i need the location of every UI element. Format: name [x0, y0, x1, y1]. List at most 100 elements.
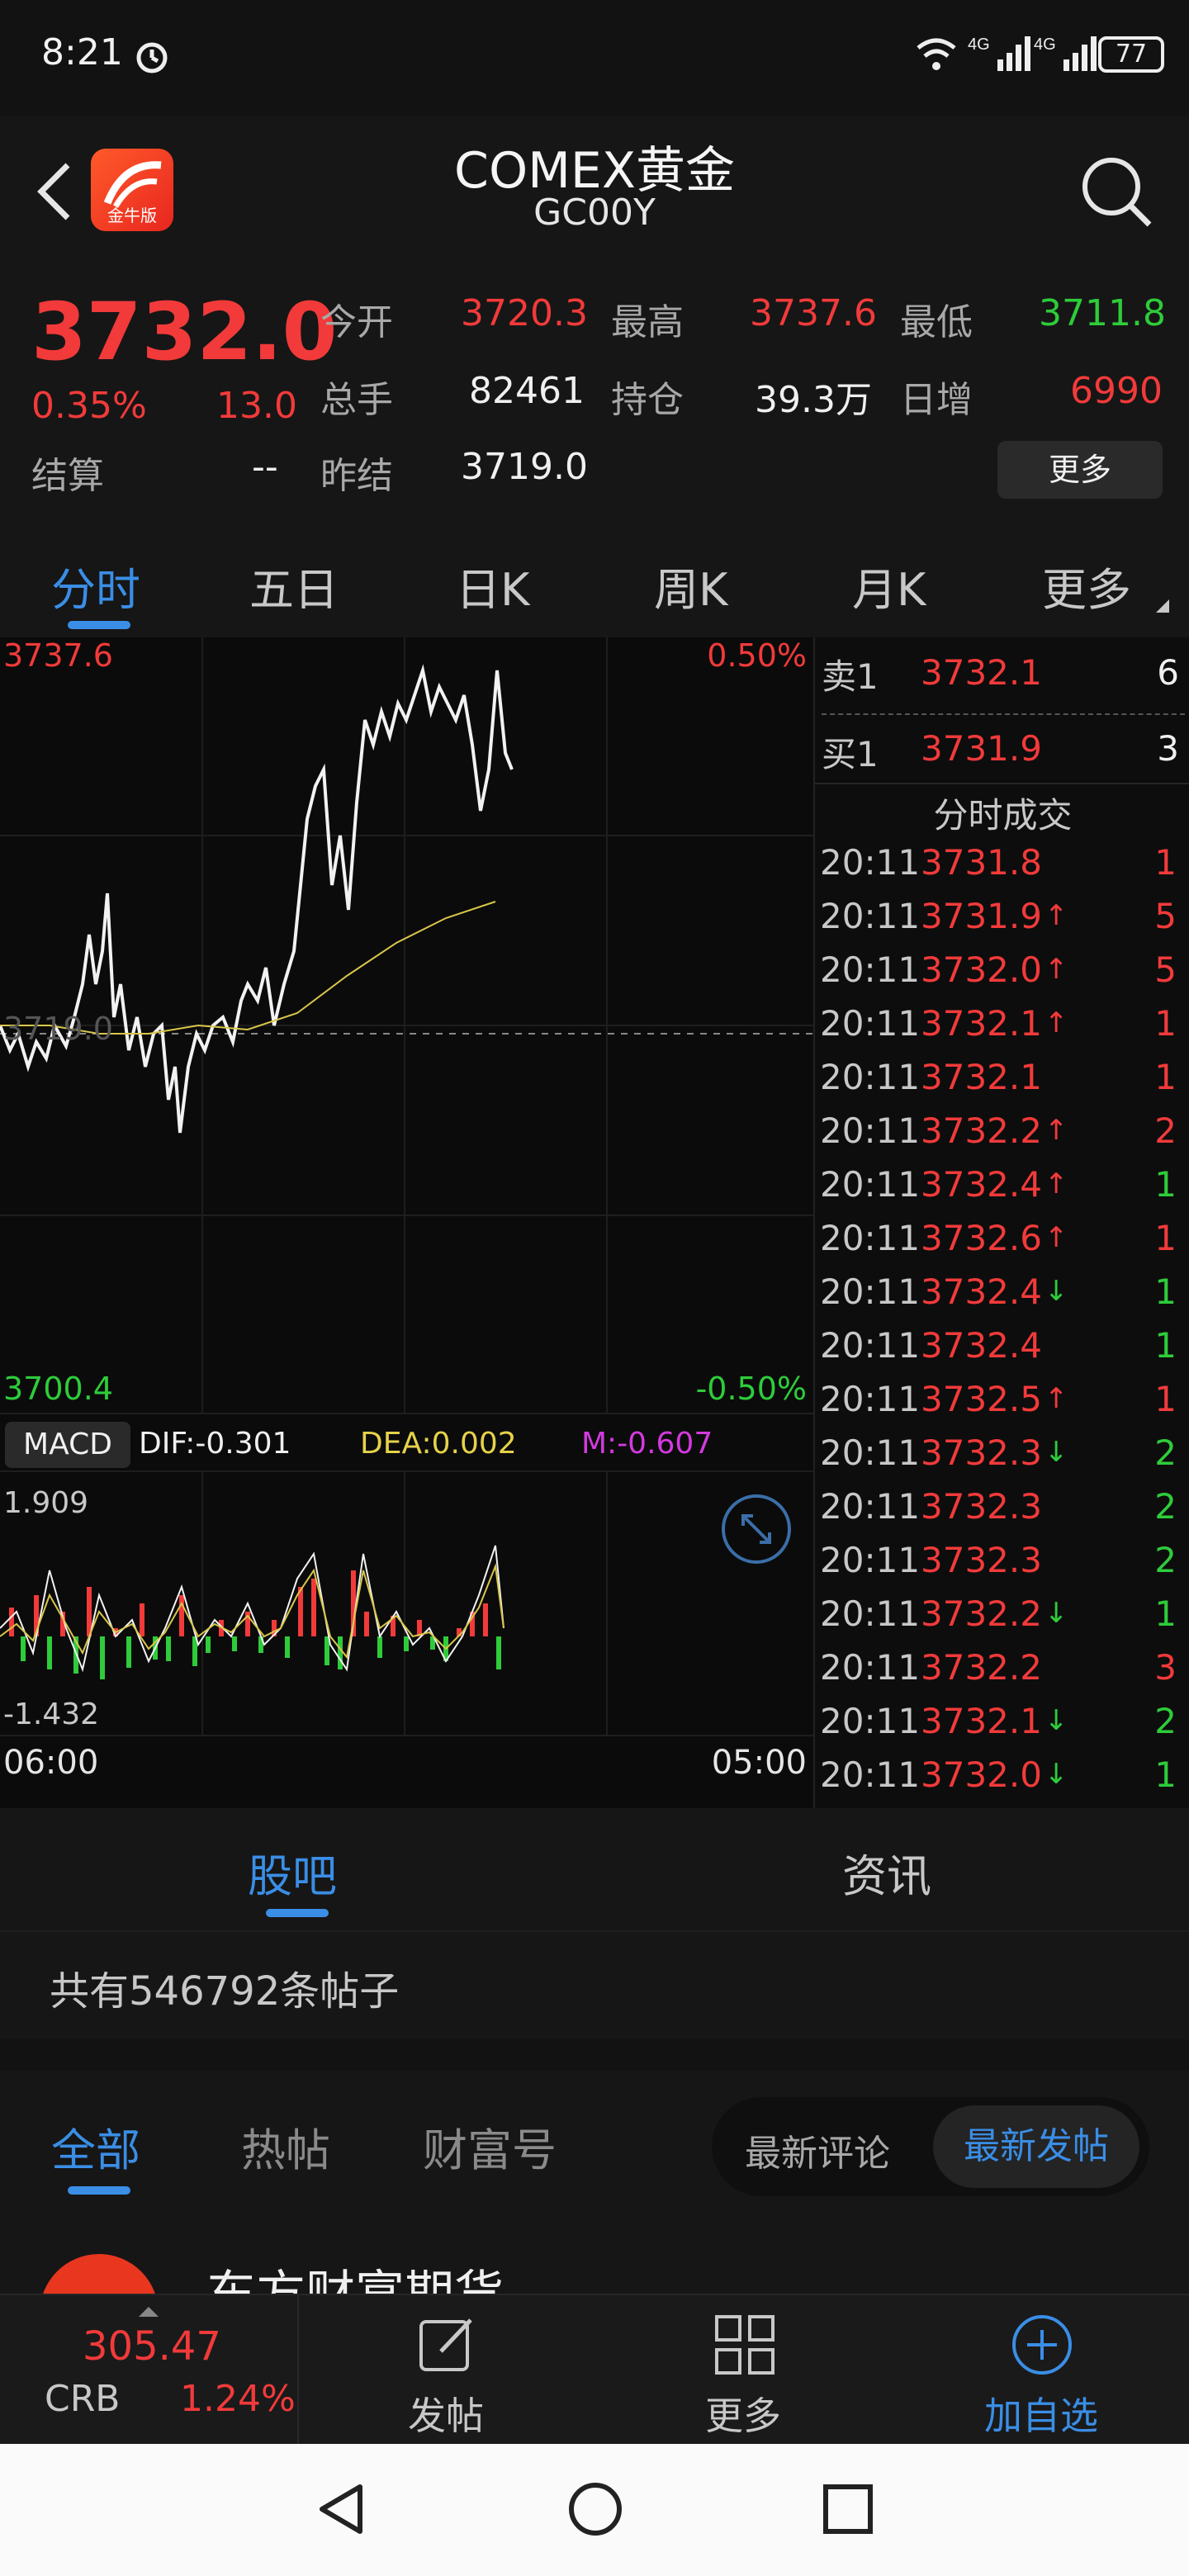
- trade-price: 3731.9: [921, 896, 1042, 936]
- tab-guba[interactable]: 股吧: [248, 1840, 337, 1905]
- time-axis-end: 05:00: [711, 1744, 807, 1782]
- macd-indicator-button[interactable]: MACD: [5, 1422, 130, 1468]
- trade-qty: 2: [1154, 1486, 1177, 1527]
- community-tabs: 股吧 资讯: [0, 1808, 1189, 1930]
- search-icon[interactable]: [1077, 152, 1156, 231]
- sort-latest-comment[interactable]: 最新评论: [745, 2124, 890, 2176]
- open-value: 3720.3: [461, 292, 588, 334]
- down-arrow-icon: ↓: [1045, 1597, 1068, 1630]
- buy1-price: 3731.9: [921, 728, 1042, 769]
- nav-home-icon[interactable]: [566, 2480, 624, 2538]
- feed-author[interactable]: 东方财富期货: [206, 2254, 504, 2294]
- chart-bottom-percent: -0.50%: [695, 1371, 807, 1407]
- post-button[interactable]: 发帖: [408, 2386, 484, 2441]
- index-name[interactable]: CRB: [45, 2378, 120, 2420]
- daily-add-label: 日增: [900, 379, 973, 421]
- sell1-price: 3732.1: [921, 652, 1042, 693]
- trade-price: 3732.3: [921, 1540, 1042, 1580]
- post-filter-bar: 全部 热帖 财富号 最新评论 最新发帖: [0, 2071, 1189, 2203]
- tab-monthly-k[interactable]: 月K: [852, 553, 926, 618]
- trade-price: 3732.6: [921, 1218, 1042, 1258]
- tab-news[interactable]: 资讯: [842, 1840, 931, 1905]
- sell1-label: 卖1: [822, 656, 879, 697]
- settle-label: 结算: [31, 455, 104, 497]
- macd-dea: DEA:0.002: [360, 1427, 517, 1461]
- trade-time: 20:11: [820, 1164, 921, 1205]
- up-arrow-icon: ↑: [1045, 953, 1068, 986]
- expand-icon[interactable]: [720, 1493, 793, 1565]
- trade-qty: 1: [1154, 1057, 1177, 1097]
- more-nav-button[interactable]: 更多: [705, 2386, 781, 2441]
- filter-wealth[interactable]: 财富号: [423, 2114, 557, 2179]
- chart-top-percent: 0.50%: [707, 637, 807, 674]
- volume-label: 总手: [320, 379, 393, 421]
- trade-qty: 1: [1154, 1164, 1177, 1205]
- tab-intraday[interactable]: 分时: [51, 553, 140, 618]
- chart-mid-price: 3719.0: [3, 1011, 113, 1047]
- compose-icon[interactable]: [416, 2313, 479, 2376]
- community-tab-indicator: [266, 1909, 329, 1917]
- svg-text:4G: 4G: [1034, 36, 1056, 54]
- alarm-icon: [132, 36, 172, 76]
- trade-time: 20:11: [820, 842, 921, 883]
- change-percent: 0.35%: [31, 385, 147, 427]
- trade-qty: 1: [1154, 1218, 1177, 1258]
- down-arrow-icon: ↓: [1045, 1436, 1068, 1469]
- index-percent[interactable]: 1.24%: [180, 2378, 296, 2420]
- sort-toggle: 最新评论 最新发帖: [712, 2097, 1149, 2196]
- trade-price: 3732.2: [921, 1110, 1042, 1151]
- trade-row: 20:11 3732.4 ↓ 1: [820, 1271, 1183, 1325]
- trade-time: 20:11: [820, 1057, 921, 1097]
- intraday-chart[interactable]: 3737.6 0.50% 3719.0 3700.4 -0.50% MACD D…: [0, 637, 813, 1808]
- trade-qty: 1: [1154, 1271, 1177, 1312]
- macd-max: 1.909: [3, 1486, 89, 1520]
- trade-qty: 1: [1154, 1754, 1177, 1795]
- tab-more[interactable]: 更多: [1042, 553, 1131, 618]
- trade-time: 20:11: [820, 1271, 921, 1312]
- filter-all[interactable]: 全部: [51, 2114, 140, 2179]
- trade-time: 20:11: [820, 1754, 921, 1795]
- index-value[interactable]: 305.47: [83, 2323, 221, 2370]
- low-label: 最低: [900, 301, 973, 343]
- last-price: 3732.0: [31, 286, 338, 378]
- add-watchlist-button[interactable]: 加自选: [984, 2386, 1098, 2441]
- tab-weekly-k[interactable]: 周K: [654, 553, 727, 618]
- trade-row: 20:11 3732.2 ↓ 1: [820, 1593, 1183, 1647]
- trade-time: 20:11: [820, 949, 921, 990]
- trade-row: 20:11 3732.4 1: [820, 1325, 1183, 1379]
- grid-icon[interactable]: [713, 2313, 776, 2376]
- battery-indicator: 77: [1098, 36, 1164, 73]
- buy1-qty: 3: [1157, 728, 1179, 769]
- order-book: 卖1 3732.1 6 买1 3731.9 3 分时成交 20:11 3731.8…: [813, 637, 1189, 1808]
- avatar[interactable]: [40, 2254, 159, 2294]
- tab-five-day[interactable]: 五日: [249, 553, 339, 618]
- chart-top-price: 3737.6: [3, 637, 113, 674]
- trade-qty: 1: [1154, 842, 1177, 883]
- trade-time: 20:11: [820, 1540, 921, 1580]
- trade-qty: 2: [1154, 1110, 1177, 1151]
- toolbar-divider: [297, 2295, 299, 2446]
- trade-price: 3732.2: [921, 1593, 1042, 1634]
- volume-value: 82461: [469, 370, 585, 412]
- status-bar: 8:21 4G 4G 77: [0, 0, 1189, 116]
- trade-qty: 1: [1154, 1379, 1177, 1419]
- sort-latest-post[interactable]: 最新发帖: [933, 2105, 1139, 2188]
- trade-qty: 2: [1154, 1701, 1177, 1741]
- up-arrow-icon: ↑: [1045, 899, 1068, 932]
- app-header: 金牛版 COMEX黄金 GC00Y: [0, 116, 1189, 264]
- nav-recent-icon[interactable]: [821, 2482, 875, 2536]
- down-arrow-icon: ↓: [1045, 1758, 1068, 1791]
- up-arrow-icon: ↑: [1045, 1006, 1068, 1039]
- active-tab-indicator: [68, 621, 130, 629]
- nav-back-icon[interactable]: [314, 2480, 372, 2538]
- expand-up-icon[interactable]: [139, 2307, 159, 2317]
- trade-time: 20:11: [820, 1647, 921, 1688]
- post-count-bar: 共有546792条帖子: [0, 1930, 1189, 2039]
- post-count: 共有546792条帖子: [50, 1968, 400, 2015]
- trade-time: 20:11: [820, 1593, 921, 1634]
- tab-daily-k[interactable]: 日K: [456, 553, 529, 618]
- trade-row: 20:11 3732.5 ↑ 1: [820, 1379, 1183, 1432]
- filter-hot[interactable]: 热帖: [241, 2114, 330, 2179]
- more-button[interactable]: 更多: [997, 441, 1163, 499]
- add-circle-icon[interactable]: [1011, 2313, 1073, 2376]
